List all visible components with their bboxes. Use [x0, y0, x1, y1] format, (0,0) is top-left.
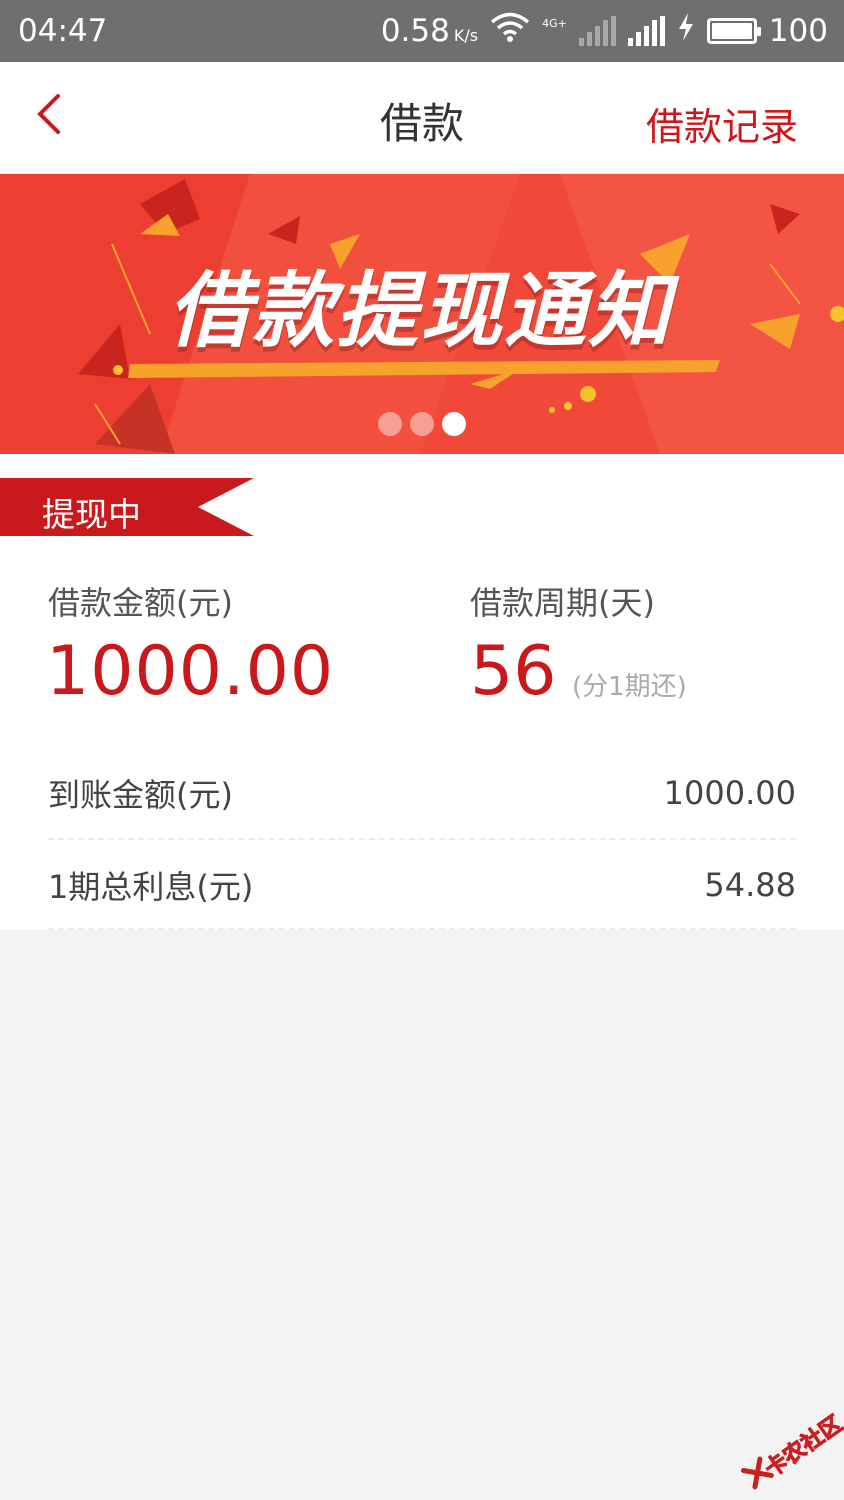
status-label: 提现中 [42, 495, 141, 534]
carousel-dot-3[interactable] [442, 412, 466, 436]
battery-level: 100 [768, 13, 828, 49]
loan-amount-value: 1000.00 [46, 632, 335, 711]
signal-dim-icon [578, 16, 616, 46]
watermark-logo: 卡农社区 [729, 1398, 844, 1500]
loan-period-value: 56 [470, 632, 557, 711]
network-speed: 0.58 K/s [380, 13, 479, 49]
loan-records-link[interactable]: 借款记录 [646, 96, 798, 151]
installment-note: (分1期还) [572, 672, 687, 702]
total-interest-label: 1期总利息(元) [48, 868, 254, 906]
signal-icon [627, 16, 665, 46]
status-ribbon: 提现中 [0, 478, 254, 536]
status-icons: 0.58 K/s 4G+ 100 [381, 11, 828, 51]
top-navigation-bar: 借款 借款记录 [0, 62, 844, 174]
received-amount-value: 1000.00 [663, 774, 796, 812]
total-interest-row: 1期总利息(元) 54.88 [48, 840, 796, 930]
total-interest-value: 54.88 [704, 866, 796, 904]
watermark-text: 卡农社区 [760, 1411, 844, 1483]
loan-detail-card: 提现中 借款金额(元) 借款周期(天) 1000.00 56 (分1期还) 到账… [0, 454, 844, 930]
wifi-icon [490, 11, 530, 51]
received-amount-row: 到账金额(元) 1000.00 [48, 748, 796, 838]
loan-amount-label: 借款金额(元) [48, 584, 233, 622]
status-time: 04:47 [18, 13, 108, 49]
promo-banner[interactable]: 借款提现通知 [0, 174, 844, 454]
network-type: 4G+ [542, 16, 567, 30]
banner-title: 借款提现通知 [168, 264, 672, 359]
row-divider [48, 928, 796, 930]
charging-icon [677, 12, 695, 50]
battery-icon [706, 18, 761, 44]
carousel-dots[interactable] [378, 412, 466, 436]
received-amount-label: 到账金额(元) [48, 776, 233, 814]
carousel-dot-1[interactable] [378, 412, 402, 436]
status-bar: 04:47 0.58 K/s 4G+ 100 [0, 0, 844, 62]
loan-period-label: 借款周期(天) [470, 584, 655, 622]
carousel-dot-2[interactable] [410, 412, 434, 436]
